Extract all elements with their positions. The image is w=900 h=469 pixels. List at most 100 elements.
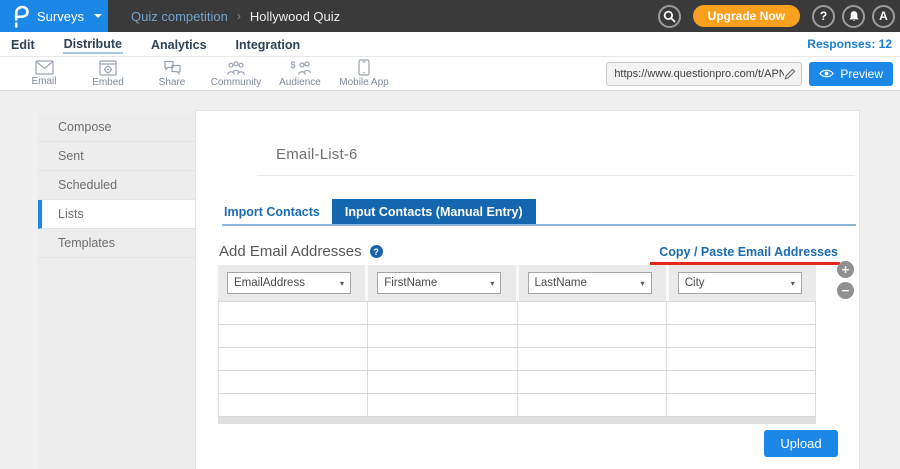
survey-url-box [606,62,802,86]
last-name-column-select[interactable]: LastName ▾ [528,272,652,294]
tab-input-contacts-manual-entry[interactable]: Input Contacts (Manual Entry) [332,199,536,224]
chevron-down-icon: ▾ [791,279,795,288]
questionpro-logo-icon [12,5,29,28]
table-cell[interactable] [666,348,815,370]
email-list-title: Email-List-6 [276,146,859,163]
table-cell[interactable] [666,325,815,347]
tab-import-contacts[interactable]: Import Contacts [222,199,332,224]
surveys-menu-label: Surveys [37,9,84,24]
help-icon[interactable]: ? [370,245,383,258]
channel-embed[interactable]: Embed [76,60,140,88]
survey-nav: Edit Distribute Analytics Integration Re… [0,32,900,57]
contacts-tabbar: Import Contacts Input Contacts (Manual E… [222,199,856,226]
table-cell[interactable] [367,348,516,370]
select-value: City [685,277,705,289]
nav-analytics[interactable]: Analytics [150,35,208,53]
channel-community[interactable]: Community [204,60,268,88]
channel-share[interactable]: Share [140,60,204,88]
table-cell[interactable] [219,325,367,347]
sidebar-item-sent[interactable]: Sent [38,142,195,171]
breadcrumb-parent[interactable]: Quiz competition [131,9,228,24]
channel-label: Embed [92,77,124,88]
lists-panel: Email-List-6 Import Contacts Input Conta… [195,110,860,469]
nav-edit[interactable]: Edit [10,35,36,53]
copy-paste-email-addresses-link[interactable]: Copy / Paste Email Addresses [659,245,838,259]
add-emails-header-row: Add Email Addresses ? Copy / Paste Email… [219,243,838,260]
table-cell[interactable] [517,394,666,416]
city-column-select[interactable]: City ▾ [678,272,802,294]
table-cell[interactable] [666,371,815,393]
row-buttons: + − [837,261,854,299]
table-row [219,325,815,348]
help-button[interactable]: ? [812,5,835,28]
email-sidebar: Compose Sent Scheduled Lists Templates [38,113,195,469]
sidebar-item-scheduled[interactable]: Scheduled [38,171,195,200]
search-button[interactable] [658,5,681,28]
chevron-down-icon: ▾ [490,279,494,288]
channel-email[interactable]: Email [12,60,76,87]
table-cell[interactable] [517,302,666,324]
select-value: EmailAddress [234,277,305,289]
table-cell[interactable] [517,371,666,393]
notifications-button[interactable] [842,5,865,28]
chevron-down-icon: ▾ [640,279,644,288]
table-cell[interactable] [666,394,815,416]
add-row-button[interactable]: + [837,261,854,278]
table-row [219,394,815,417]
nav-distribute[interactable]: Distribute [63,34,123,54]
horizontal-scrollbar[interactable] [218,417,816,424]
nav-integration[interactable]: Integration [235,35,302,53]
table-cell[interactable] [219,348,367,370]
channel-mobile-app[interactable]: Mobile App [332,59,396,88]
preview-button[interactable]: Preview [809,62,893,86]
share-icon [163,60,182,76]
survey-url-input[interactable] [614,68,784,80]
channel-audience[interactable]: $ Audience [268,60,332,88]
table-cell[interactable] [367,325,516,347]
chevron-down-icon: ▾ [340,279,344,288]
channel-label: Mobile App [339,77,388,88]
breadcrumb-current: Hollywood Quiz [250,9,340,24]
channel-label: Email [31,76,56,87]
sidebar-item-lists[interactable]: Lists [38,200,195,229]
select-value: FirstName [384,277,437,289]
column-header-cell: EmailAddress ▾ [218,265,365,301]
table-cell[interactable] [367,371,516,393]
breadcrumb-separator: › [237,9,241,23]
community-icon [226,60,246,76]
table-cell[interactable] [666,302,815,324]
embed-icon [99,60,117,76]
remove-row-button[interactable]: − [837,282,854,299]
table-row [219,348,815,371]
page-body: Compose Sent Scheduled Lists Templates E… [0,91,900,469]
upload-button[interactable]: Upload [764,430,838,457]
table-cell[interactable] [517,348,666,370]
table-cell[interactable] [219,394,367,416]
svg-text:$: $ [290,60,295,70]
channel-label: Community [211,77,262,88]
select-value: LastName [535,277,587,289]
table-cell[interactable] [367,394,516,416]
preview-label: Preview [840,67,883,81]
responses-count[interactable]: Responses: 12 [807,37,892,51]
contacts-grid: EmailAddress ▾ FirstName ▾ LastName ▾ [218,265,816,424]
upgrade-now-button[interactable]: Upgrade Now [693,5,800,27]
sidebar-item-templates[interactable]: Templates [38,229,195,258]
table-cell[interactable] [367,302,516,324]
edit-url-pencil-icon[interactable] [784,68,796,80]
bell-icon [848,10,860,23]
sidebar-item-compose[interactable]: Compose [38,113,195,142]
question-mark-icon: ? [820,9,827,23]
table-row [219,302,815,325]
table-cell[interactable] [219,302,367,324]
mobile-app-icon [358,59,370,76]
section-heading: Add Email Addresses ? [219,243,383,260]
email-icon [35,60,54,75]
table-cell[interactable] [219,371,367,393]
table-cell[interactable] [517,325,666,347]
account-avatar[interactable]: A [872,5,895,28]
email-address-column-select[interactable]: EmailAddress ▾ [227,272,351,294]
first-name-column-select[interactable]: FirstName ▾ [377,272,501,294]
surveys-menu[interactable]: Surveys [0,0,108,32]
channel-label: Audience [279,77,321,88]
